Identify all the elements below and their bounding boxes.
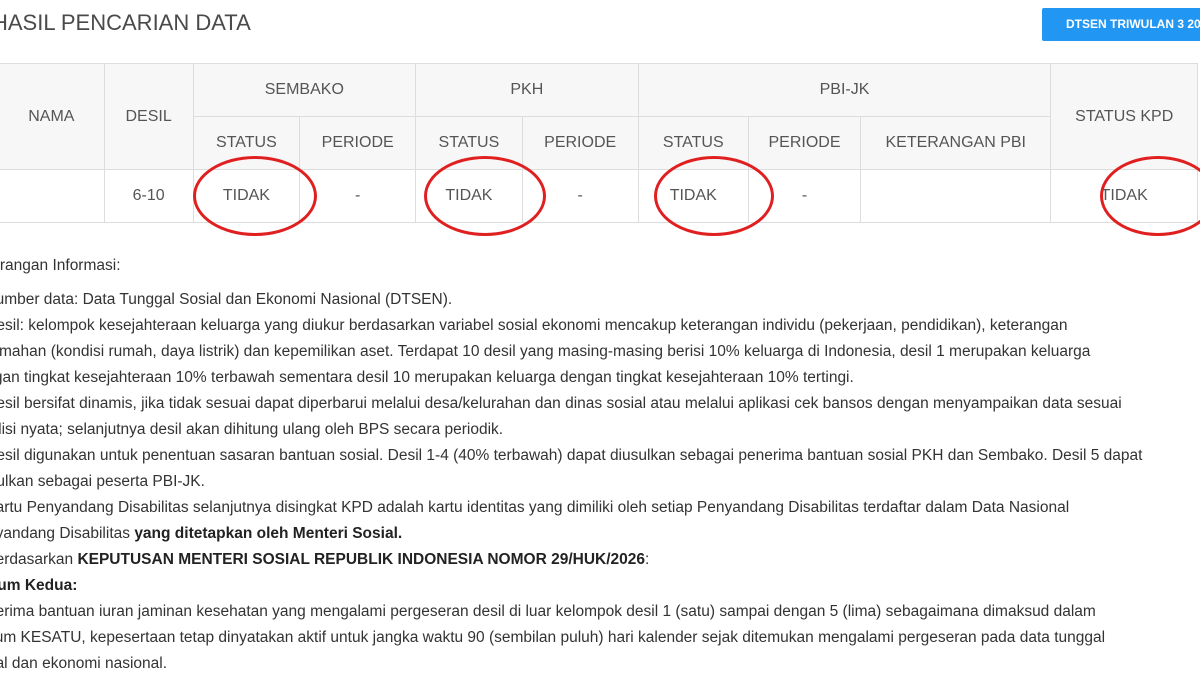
note-line: 6. Berdasarkan KEPUTUSAN MENTERI SOSIAL …: [0, 551, 650, 568]
decree-title: KEPUTUSAN MENTERI SOSIAL REPUBLIK INDONE…: [77, 551, 645, 568]
result-table: NAMA DESIL SEMBAKO PKH PBI-JK STATUS KPD…: [0, 63, 1198, 223]
cell-desil: 6-10: [103, 169, 194, 223]
note-line: Diktum Kedua:: [0, 573, 1200, 599]
note-line: 4. Desil digunakan untuk penentuan sasar…: [0, 447, 1143, 464]
header-status-kpd: STATUS KPD: [1050, 63, 1198, 170]
header-pkh-periode: PERIODE: [521, 116, 639, 170]
header-pkh-status: STATUS: [415, 116, 523, 170]
header-pbi-periode: PERIODE: [747, 116, 862, 170]
note-line: Penyandang Disabilitas yang ditetapkan o…: [0, 525, 403, 542]
header-keterangan-pbi: KETERANGAN PBI: [860, 116, 1052, 170]
cell-pkh-status: TIDAK: [415, 169, 523, 223]
header-pbijk: PBI-JK: [637, 63, 1052, 117]
header-sembako: SEMBAKO: [192, 63, 417, 117]
table-row: 6-10 TIDAK - TIDAK - TIDAK - TIDAK: [0, 169, 1198, 223]
cell-pbi-keterangan: [860, 169, 1052, 223]
note-line: kondisi nyata; selanjutnya desil akan di…: [0, 421, 504, 438]
note-line: 5. Kartu Penyandang Disabilitas selanjut…: [0, 499, 1070, 516]
notes-heading: Keterangan Informasi:: [0, 257, 121, 274]
note-line: 2. Desil: kelompok kesejahteraan keluarg…: [0, 317, 1068, 334]
header-pbi-status: STATUS: [637, 116, 749, 170]
note-line: diusulkan sebagai peserta PBI-JK.: [0, 473, 205, 490]
note-line: dengan tingkat kesejahteraan 10% terbawa…: [0, 369, 854, 386]
header-desil: DESIL: [103, 63, 194, 170]
diktum-heading: Diktum Kedua:: [0, 577, 78, 594]
information-notes: Keterangan Informasi: 1. Sumber data: Da…: [0, 253, 1200, 677]
cell-kpd-status: TIDAK: [1050, 169, 1198, 223]
note-line: sosial dan ekonomi nasional.: [0, 655, 168, 672]
cell-pbi-status: TIDAK: [637, 169, 749, 223]
cell-pbi-periode: -: [747, 169, 862, 223]
cell-pkh-periode: -: [521, 169, 639, 223]
header-nama: NAMA: [0, 63, 105, 170]
period-button[interactable]: DTSEN TRIWULAN 3 2025: [1042, 8, 1200, 41]
header-sembako-status: STATUS: [192, 116, 301, 170]
note-line: perumahan (kondisi rumah, daya listrik) …: [0, 343, 1091, 360]
cell-sembako-status: TIDAK: [192, 169, 301, 223]
cell-nama: [0, 169, 105, 223]
page-title: HASIL PENCARIAN DATA: [0, 10, 251, 35]
header-pkh: PKH: [415, 63, 639, 117]
note-line: 3. Desil bersifat dinamis, jika tidak se…: [0, 395, 1122, 412]
note-emphasis: yang ditetapkan oleh Menteri Sosial.: [134, 525, 403, 542]
table-header-row: NAMA DESIL SEMBAKO PKH PBI-JK STATUS KPD: [0, 63, 1198, 170]
note-line: Penerima bantuan iuran jaminan kesehatan…: [0, 603, 1096, 620]
header-sembako-periode: PERIODE: [299, 116, 417, 170]
note-line: 1. Sumber data: Data Tunggal Sosial dan …: [0, 291, 453, 308]
note-line: Diktum KESATU, kepesertaan tetap dinyata…: [0, 629, 1106, 646]
cell-sembako-periode: -: [299, 169, 417, 223]
